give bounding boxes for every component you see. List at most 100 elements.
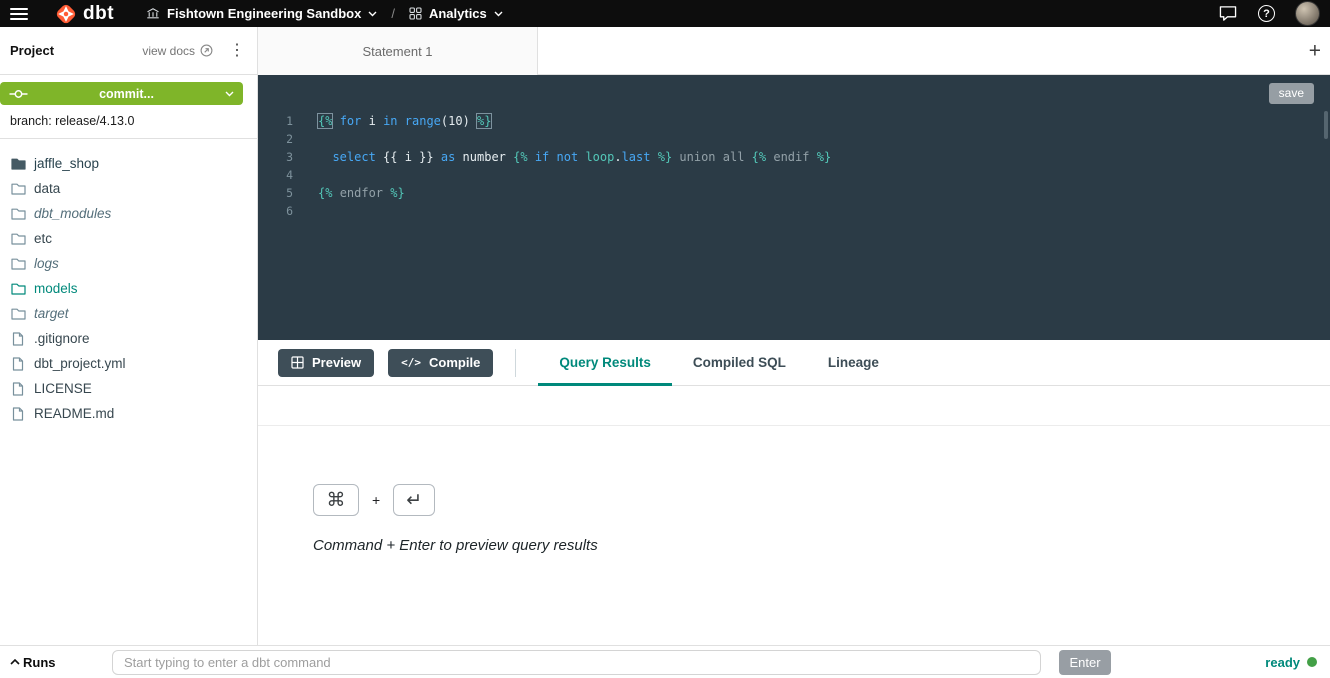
chat-icon[interactable] bbox=[1218, 5, 1238, 22]
enter-button[interactable]: Enter bbox=[1059, 650, 1111, 675]
account-name: Fishtown Engineering Sandbox bbox=[167, 6, 361, 21]
code-text[interactable] bbox=[293, 202, 318, 220]
code-line: 2 bbox=[258, 130, 1318, 148]
branch-label: branch: release/4.13.0 bbox=[10, 114, 247, 128]
results-tabs: Query ResultsCompiled SQLLineage bbox=[538, 340, 900, 386]
commit-button[interactable]: commit... bbox=[0, 82, 243, 105]
results-toolbar: Preview </> Compile Query ResultsCompile… bbox=[258, 340, 1330, 386]
status-label: ready bbox=[1265, 655, 1300, 670]
breadcrumb-separator: / bbox=[391, 6, 395, 21]
tree-item-label: dbt_project.yml bbox=[34, 356, 126, 371]
folder-icon bbox=[10, 208, 26, 220]
tree-item-jaffle_shop[interactable]: jaffle_shop bbox=[0, 151, 257, 176]
grid-icon bbox=[409, 7, 422, 20]
code-line: 1{% for i in range(10) %} bbox=[258, 112, 1318, 130]
chevron-down-icon bbox=[494, 11, 503, 17]
dbt-flame-icon bbox=[54, 2, 78, 26]
new-tab-button[interactable]: + bbox=[1309, 40, 1321, 61]
project-switcher[interactable]: Analytics bbox=[409, 6, 503, 21]
results-tab-compiled-sql[interactable]: Compiled SQL bbox=[672, 340, 807, 386]
folder-icon bbox=[10, 258, 26, 270]
file-icon bbox=[10, 382, 26, 396]
code-text[interactable]: select {{ i }} as number {% if not loop.… bbox=[293, 148, 831, 166]
tree-item-.gitignore[interactable]: .gitignore bbox=[0, 326, 257, 351]
tree-item-etc[interactable]: etc bbox=[0, 226, 257, 251]
folder-icon bbox=[10, 158, 26, 170]
code-text[interactable]: {% for i in range(10) %} bbox=[293, 112, 491, 130]
tree-item-models[interactable]: models bbox=[0, 276, 257, 301]
tree-item-README.md[interactable]: README.md bbox=[0, 401, 257, 426]
enter-key-icon: ↵ bbox=[393, 484, 435, 516]
code-icon: </> bbox=[401, 356, 421, 369]
project-name: Analytics bbox=[429, 6, 487, 21]
results-tab-query-results[interactable]: Query Results bbox=[538, 340, 672, 386]
editor-scrollbar[interactable] bbox=[1324, 111, 1328, 139]
help-icon[interactable]: ? bbox=[1258, 5, 1275, 22]
sidebar-title: Project bbox=[10, 43, 54, 58]
code-text[interactable] bbox=[293, 130, 318, 148]
code-editor[interactable]: save 1{% for i in range(10) %}23 select … bbox=[258, 75, 1330, 340]
tree-item-dbt_modules[interactable]: dbt_modules bbox=[0, 201, 257, 226]
tree-item-label: .gitignore bbox=[34, 331, 90, 346]
tree-item-LICENSE[interactable]: LICENSE bbox=[0, 376, 257, 401]
avatar[interactable] bbox=[1295, 1, 1320, 26]
preview-hint: ⌘ + ↵ Command + Enter to preview query r… bbox=[313, 484, 598, 554]
toolbar-divider bbox=[515, 349, 516, 377]
code-line: 6 bbox=[258, 202, 1318, 220]
runs-toggle[interactable]: Runs bbox=[10, 646, 56, 678]
hamburger-menu-icon[interactable] bbox=[10, 8, 28, 20]
line-number: 3 bbox=[258, 148, 293, 166]
view-docs-label: view docs bbox=[142, 44, 195, 58]
topbar: dbt Fishtown Engineering Sandbox / Analy… bbox=[0, 0, 1330, 27]
building-icon bbox=[146, 7, 160, 20]
line-number: 5 bbox=[258, 184, 293, 202]
chevron-down-icon bbox=[225, 91, 234, 97]
command-key-icon: ⌘ bbox=[313, 484, 359, 516]
folder-icon bbox=[10, 233, 26, 245]
tree-item-label: logs bbox=[34, 256, 59, 271]
tree-item-dbt_project.yml[interactable]: dbt_project.yml bbox=[0, 351, 257, 376]
dbt-command-input[interactable] bbox=[112, 650, 1041, 675]
code-text[interactable] bbox=[293, 166, 318, 184]
preview-button-label: Preview bbox=[312, 355, 361, 370]
tree-item-data[interactable]: data bbox=[0, 176, 257, 201]
dbt-logo[interactable]: dbt bbox=[54, 2, 114, 26]
tree-item-label: LICENSE bbox=[34, 381, 92, 396]
tree-item-logs[interactable]: logs bbox=[0, 251, 257, 276]
file-icon bbox=[10, 407, 26, 421]
tree-item-label: data bbox=[34, 181, 60, 196]
tree-item-target[interactable]: target bbox=[0, 301, 257, 326]
plus-separator: + bbox=[372, 492, 380, 508]
results-subdivider bbox=[258, 425, 1330, 426]
status-dot bbox=[1307, 657, 1317, 667]
dbt-wordmark: dbt bbox=[83, 4, 114, 23]
account-switcher[interactable]: Fishtown Engineering Sandbox bbox=[146, 6, 377, 21]
results-tab-lineage[interactable]: Lineage bbox=[807, 340, 900, 386]
preview-grid-icon bbox=[291, 356, 304, 369]
line-number: 1 bbox=[258, 112, 293, 130]
file-icon bbox=[10, 357, 26, 371]
tree-item-label: etc bbox=[34, 231, 52, 246]
code-line: 4 bbox=[258, 166, 1318, 184]
line-number: 6 bbox=[258, 202, 293, 220]
tree-item-label: models bbox=[34, 281, 78, 296]
compile-button-label: Compile bbox=[429, 355, 480, 370]
folder-icon bbox=[10, 183, 26, 195]
folder-icon bbox=[10, 283, 26, 295]
code-text[interactable]: {% endfor %} bbox=[293, 184, 405, 202]
preview-button[interactable]: Preview bbox=[278, 349, 374, 377]
kebab-menu-icon[interactable]: ⋮ bbox=[229, 43, 245, 59]
commit-icon bbox=[9, 89, 28, 99]
view-docs-link[interactable]: view docs bbox=[142, 44, 213, 58]
editor-tabstrip: Statement 1 + bbox=[258, 27, 1330, 75]
status-indicator: ready bbox=[1265, 646, 1317, 678]
line-number: 4 bbox=[258, 166, 293, 184]
save-button[interactable]: save bbox=[1269, 83, 1314, 104]
file-icon bbox=[10, 332, 26, 346]
compile-button[interactable]: </> Compile bbox=[388, 349, 493, 377]
tab-statement-1[interactable]: Statement 1 bbox=[258, 27, 538, 75]
tree-item-label: target bbox=[34, 306, 69, 321]
tab-label: Statement 1 bbox=[362, 44, 432, 59]
command-bar: Runs Enter ready bbox=[0, 645, 1330, 678]
caret-up-icon bbox=[10, 659, 20, 665]
